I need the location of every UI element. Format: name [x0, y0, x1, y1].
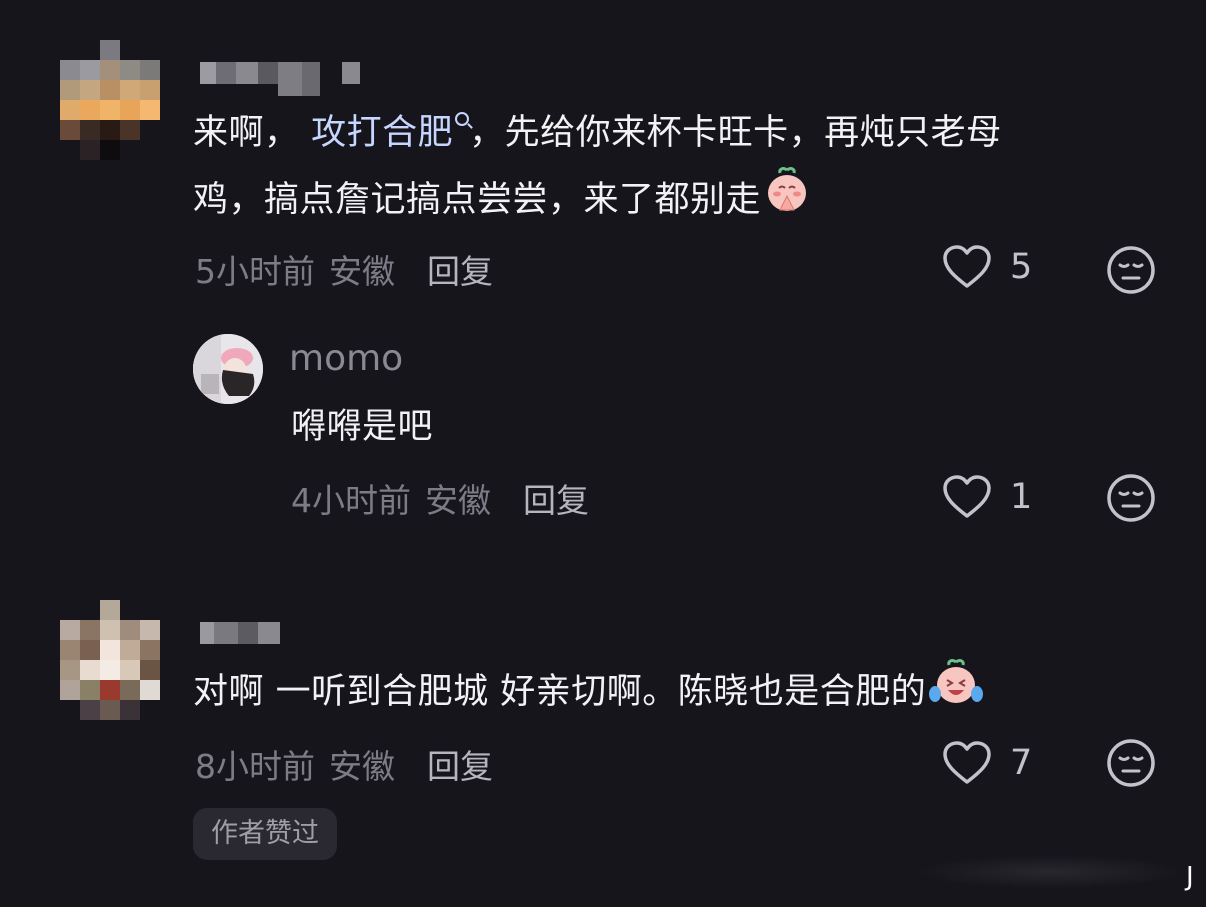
topic-link-label: 攻打合肥: [311, 113, 454, 153]
avatar[interactable]: [60, 40, 160, 160]
comment-meta: 8小时前 安徽 回复: [195, 740, 493, 788]
comment-text-prefix: 来啊，: [193, 113, 300, 153]
timestamp: 5小时前: [195, 252, 315, 291]
praying-peach-emoji-icon: [763, 166, 811, 236]
like-count: 1: [1010, 477, 1033, 517]
username-redacted[interactable]: [200, 62, 360, 96]
timestamp: 8小时前: [195, 747, 315, 786]
comment-meta: 5小时前 安徽 回复: [195, 245, 493, 293]
location: 安徽: [329, 747, 395, 786]
comment-body: 对啊 一听到合肥城 好亲切啊。陈晓也是合肥的: [193, 658, 984, 728]
avatar[interactable]: [60, 600, 160, 720]
meh-face-icon: [1107, 246, 1155, 294]
topic-link[interactable]: 攻打合肥: [311, 112, 470, 153]
comment-body: 来啊， 攻打合肥 ，先给你来杯卡旺卡，再炖只老母 鸡，搞点詹记搞点尝尝，来了都别走: [193, 100, 1173, 236]
reply-body: 嘚嘚是吧: [291, 407, 434, 447]
reply-button[interactable]: 回复: [427, 245, 493, 293]
heart-icon: [943, 245, 991, 288]
avatar-photo: [193, 334, 263, 404]
search-icon: [455, 112, 470, 126]
like-count: 5: [1010, 247, 1033, 287]
like-button[interactable]: 7: [942, 740, 1032, 786]
location: 安徽: [329, 252, 395, 291]
heart-icon: [943, 475, 991, 518]
dislike-button[interactable]: [1106, 473, 1156, 527]
heart-icon: [943, 741, 991, 784]
username-redacted[interactable]: [200, 622, 280, 644]
author-liked-badge: 作者赞过: [193, 808, 337, 860]
reply-username[interactable]: momo: [289, 338, 403, 379]
comment-text-line2: 鸡，搞点詹记搞点尝尝，来了都别走: [193, 180, 762, 220]
reply-button[interactable]: 回复: [523, 474, 589, 522]
reply-button[interactable]: 回复: [427, 740, 493, 788]
reply-meta: 4小时前 安徽 回复: [291, 474, 589, 522]
comment-text-line1-rest: ，先给你来杯卡旺卡，再炖只老母: [469, 113, 1002, 153]
dislike-button[interactable]: [1106, 245, 1156, 299]
meh-face-icon: [1107, 739, 1155, 787]
like-button[interactable]: 5: [942, 244, 1032, 290]
location: 安徽: [425, 481, 491, 520]
corner-glyph: J: [1186, 862, 1194, 892]
watermark-blur: [916, 855, 1186, 889]
like-count: 7: [1010, 743, 1033, 783]
reply-avatar[interactable]: [193, 334, 263, 404]
like-button[interactable]: 1: [942, 474, 1032, 520]
timestamp: 4小时前: [291, 481, 411, 520]
dislike-button[interactable]: [1106, 738, 1156, 792]
crying-laughing-peach-emoji-icon: [928, 658, 984, 728]
meh-face-icon: [1107, 474, 1155, 522]
comment-text: 对啊 一听到合肥城 好亲切啊。陈晓也是合肥的: [193, 672, 927, 712]
comment-thread-screen: 来啊， 攻打合肥 ，先给你来杯卡旺卡，再炖只老母 鸡，搞点詹记搞点尝尝，来了都别走…: [0, 0, 1206, 907]
